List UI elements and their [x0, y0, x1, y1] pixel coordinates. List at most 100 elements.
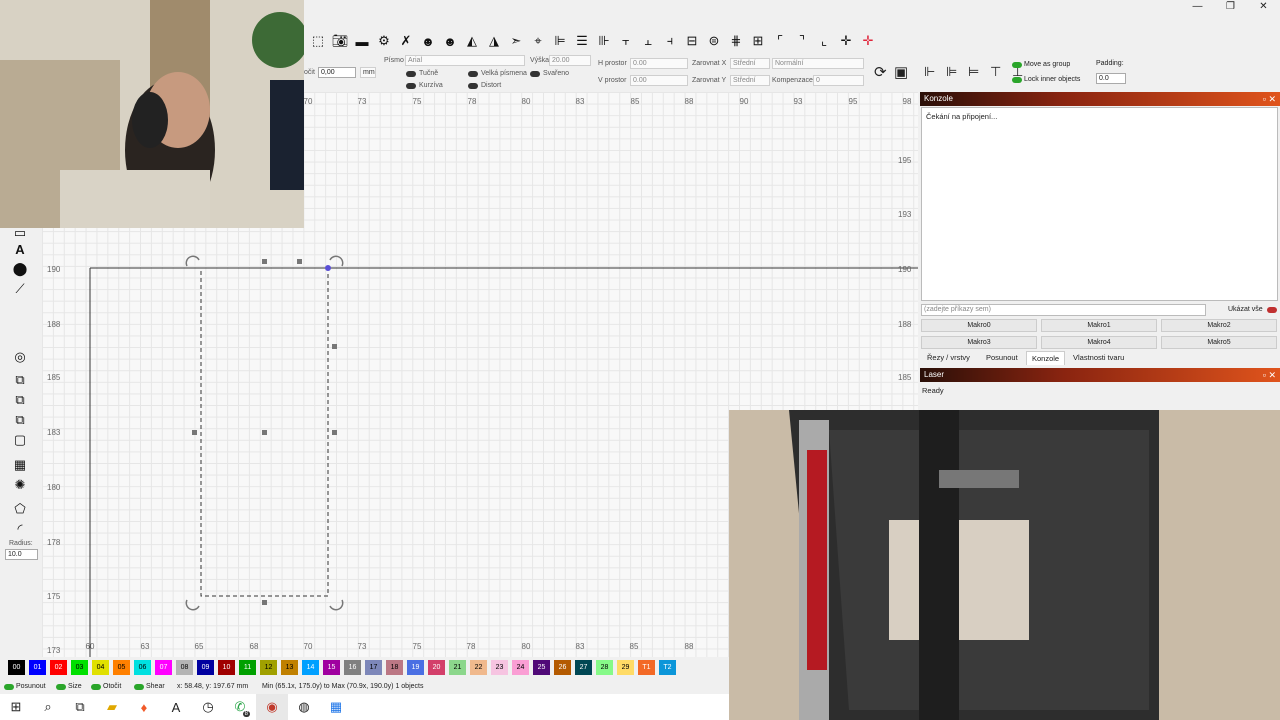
- distort-toggle[interactable]: [468, 83, 478, 89]
- macro-button[interactable]: Makro1: [1041, 319, 1157, 332]
- size-toggle[interactable]: [56, 684, 66, 690]
- h-space-input[interactable]: 0.00: [630, 58, 688, 69]
- mode-select[interactable]: Normální: [772, 58, 864, 69]
- align-x-select[interactable]: Střední: [730, 58, 770, 69]
- align-y-select[interactable]: Střední: [730, 75, 770, 86]
- palette-swatch-28[interactable]: 28: [596, 660, 613, 675]
- lock-inner-toggle[interactable]: [1012, 77, 1022, 83]
- macro-button[interactable]: Makro0: [921, 319, 1037, 332]
- palette-swatch-18[interactable]: 18: [386, 660, 403, 675]
- palette-swatch-27[interactable]: 27: [575, 660, 592, 675]
- corner-bl-icon[interactable]: ⌞: [814, 31, 834, 51]
- cross-icon[interactable]: ✛: [836, 31, 856, 51]
- palette-swatch-04[interactable]: 04: [92, 660, 109, 675]
- align-bottom-icon[interactable]: ⫞: [660, 31, 680, 51]
- offset-icon[interactable]: ◎: [11, 348, 29, 366]
- corner-radius-icon[interactable]: ◜: [11, 520, 29, 538]
- reset-icon[interactable]: ⟳: [874, 63, 887, 81]
- clock-app-icon[interactable]: ◷: [192, 694, 224, 720]
- palette-swatch-19[interactable]: 19: [407, 660, 424, 675]
- palette-swatch-09[interactable]: 09: [197, 660, 214, 675]
- close-button[interactable]: ✕: [1247, 0, 1280, 14]
- grid-array-icon[interactable]: ▦: [11, 456, 29, 474]
- select-rect-icon[interactable]: ⬚: [308, 31, 328, 51]
- palette-swatch-22[interactable]: 22: [470, 660, 487, 675]
- italic-toggle[interactable]: [406, 83, 416, 89]
- panel-close-icon[interactable]: ▫ ✕: [1263, 368, 1276, 382]
- app-a-icon[interactable]: A: [160, 694, 192, 720]
- palette-swatch-21[interactable]: 21: [449, 660, 466, 675]
- welded-toggle[interactable]: [530, 71, 540, 77]
- boolean-intersect-icon[interactable]: ⧉: [11, 411, 29, 429]
- whatsapp-icon[interactable]: ✆ 8: [224, 694, 256, 720]
- palette-swatch-00[interactable]: 00: [8, 660, 25, 675]
- align-left-icon[interactable]: ⊫: [550, 31, 570, 51]
- move-as-group-toggle[interactable]: [1012, 62, 1022, 68]
- command-input[interactable]: (zadejte příkazy sem): [921, 304, 1206, 316]
- weld-icon[interactable]: ▢: [11, 431, 29, 449]
- compensation-input[interactable]: 0: [813, 75, 864, 86]
- panel-close-icon[interactable]: ▫ ✕: [1263, 92, 1276, 106]
- boolean-union-icon[interactable]: ⧉: [11, 371, 29, 389]
- tab-console[interactable]: Konzole: [1026, 351, 1066, 365]
- camera-icon[interactable]: 📷︎: [330, 31, 350, 51]
- align-group3-icon[interactable]: ⊨: [968, 64, 979, 80]
- measure-icon[interactable]: ⟋: [11, 280, 29, 298]
- palette-swatch-11[interactable]: 11: [239, 660, 256, 675]
- minimize-button[interactable]: —: [1181, 0, 1214, 14]
- palette-swatch-12[interactable]: 12: [260, 660, 277, 675]
- align-group4-icon[interactable]: ⊤: [990, 64, 1001, 80]
- height-input[interactable]: 20.00: [549, 55, 591, 66]
- palette-swatch-20[interactable]: 20: [428, 660, 445, 675]
- macro-button[interactable]: Makro4: [1041, 336, 1157, 349]
- convert-path-icon[interactable]: ⬠: [11, 500, 29, 518]
- search-icon[interactable]: ⌕: [32, 694, 64, 720]
- bold-toggle[interactable]: [406, 71, 416, 77]
- distribute-h-icon[interactable]: ⊜: [704, 31, 724, 51]
- align-group2-icon[interactable]: ⊫: [946, 64, 957, 80]
- rotate-input[interactable]: 0,00: [318, 67, 356, 78]
- chrome-icon[interactable]: ◍: [288, 694, 320, 720]
- v-space-input[interactable]: 0.00: [630, 75, 688, 86]
- corner-tl-icon[interactable]: ⌜: [770, 31, 790, 51]
- palette-swatch-10[interactable]: 10: [218, 660, 235, 675]
- corner-tr-icon[interactable]: ⌝: [792, 31, 812, 51]
- align-middle-icon[interactable]: ⫠: [638, 31, 658, 51]
- move-toggle[interactable]: [4, 684, 14, 690]
- macro-button[interactable]: Makro5: [1161, 336, 1277, 349]
- target-icon[interactable]: ⌖: [528, 31, 548, 51]
- palette-swatch-23[interactable]: 23: [491, 660, 508, 675]
- palette-swatch-15[interactable]: 15: [323, 660, 340, 675]
- palette-swatch-29[interactable]: 29: [617, 660, 634, 675]
- text-tool-icon[interactable]: A: [11, 240, 29, 258]
- palette-swatch-01[interactable]: 01: [29, 660, 46, 675]
- palette-swatch-t1[interactable]: T1: [638, 660, 655, 675]
- show-all-toggle[interactable]: [1267, 307, 1277, 313]
- palette-swatch-t2[interactable]: T2: [659, 660, 676, 675]
- windows-icon[interactable]: ⊞: [0, 694, 32, 720]
- settings-icon[interactable]: ⚙: [374, 31, 394, 51]
- monitor-icon[interactable]: ▬: [352, 31, 372, 51]
- radius-input[interactable]: 10.0: [5, 549, 38, 560]
- user-icon[interactable]: ☻: [440, 31, 460, 51]
- cross-red-icon[interactable]: ✛: [858, 31, 878, 51]
- distribute-v-icon[interactable]: ⋕: [726, 31, 746, 51]
- caps-toggle[interactable]: [468, 71, 478, 77]
- dist-a-icon[interactable]: ⊞: [748, 31, 768, 51]
- align-right-icon[interactable]: ⊪: [594, 31, 614, 51]
- palette-swatch-24[interactable]: 24: [512, 660, 529, 675]
- lightburn-icon[interactable]: ◉: [256, 694, 288, 720]
- machine-icon[interactable]: ▣: [894, 63, 908, 81]
- align-center-icon[interactable]: ☰: [572, 31, 592, 51]
- tab-move[interactable]: Posunout: [981, 351, 1023, 365]
- macro-button[interactable]: Makro2: [1161, 319, 1277, 332]
- palette-swatch-03[interactable]: 03: [71, 660, 88, 675]
- tab-cuts-layers[interactable]: Řezy / vrstvy: [922, 351, 975, 365]
- palette-swatch-05[interactable]: 05: [113, 660, 130, 675]
- palette-swatch-25[interactable]: 25: [533, 660, 550, 675]
- tools-icon[interactable]: ✗: [396, 31, 416, 51]
- file-explorer-icon[interactable]: ▰: [96, 694, 128, 720]
- tab-shape-properties[interactable]: Vlastnosti tvaru: [1068, 351, 1129, 365]
- palette-swatch-07[interactable]: 07: [155, 660, 172, 675]
- align-group-icon[interactable]: ⊩: [924, 64, 935, 80]
